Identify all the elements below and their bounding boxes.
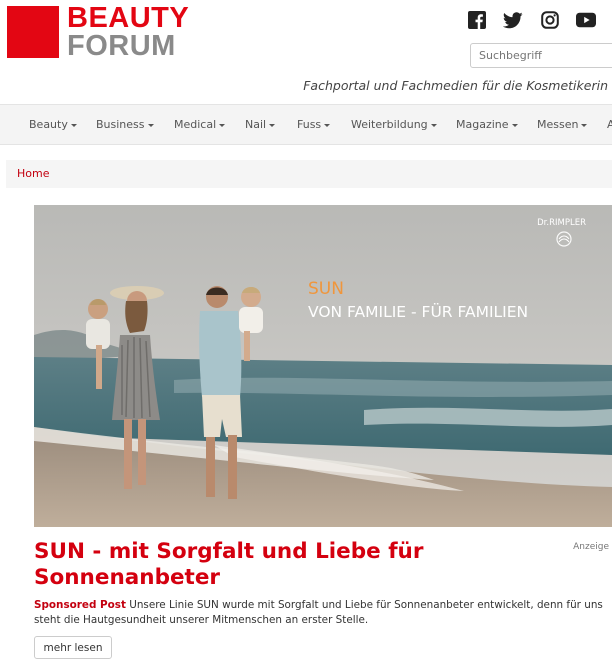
nav-label: Medical: [174, 118, 217, 131]
nav-label: Beauty: [29, 118, 68, 131]
hero-beach-image: Dr.RIMPLER SUN VON FAMILIE - FÜR FAMILIE…: [34, 205, 612, 527]
logo-wordmark-beauty[interactable]: BEAUTY: [67, 3, 189, 33]
nav-label: Weiterbildung: [351, 118, 428, 131]
nav-item-beauty[interactable]: Beauty: [29, 105, 77, 144]
nav-item-magazine[interactable]: Magazine: [456, 105, 518, 144]
read-more-button[interactable]: mehr lesen: [34, 636, 112, 659]
article-headline[interactable]: SUN - mit Sorgfalt und Liebe für Sonnena…: [34, 539, 504, 591]
hero-brand-mark: Dr.RIMPLER: [537, 218, 586, 228]
instagram-icon[interactable]: [540, 10, 560, 30]
logo-mark[interactable]: [7, 6, 59, 58]
logo-wordmark-forum[interactable]: FORUM: [67, 31, 176, 61]
caret-down-icon: [430, 123, 437, 127]
caret-down-icon: [511, 123, 518, 127]
twitter-icon[interactable]: [503, 10, 523, 30]
caret-down-icon: [269, 123, 276, 127]
nav-label: Magazine: [456, 118, 509, 131]
nav-label: Nail: [245, 118, 267, 131]
nav-item-business[interactable]: Business: [96, 105, 154, 144]
nav-item-fuss[interactable]: Fuss: [297, 105, 331, 144]
breadcrumb: Home: [6, 160, 612, 188]
nav-item-overflow[interactable]: A: [607, 105, 612, 144]
facebook-icon[interactable]: [467, 10, 487, 30]
caret-down-icon: [70, 123, 77, 127]
main-navigation: Beauty Business Medical Nail Fuss Weiter…: [0, 104, 612, 145]
hero-subtitle: VON FAMILIE - FÜR FAMILIEN: [308, 302, 528, 321]
caret-down-icon: [147, 123, 154, 127]
breadcrumb-home-link[interactable]: Home: [17, 167, 49, 180]
nav-item-messen[interactable]: Messen: [537, 105, 588, 144]
youtube-icon[interactable]: [576, 10, 596, 30]
hero-banner[interactable]: Dr.RIMPLER SUN VON FAMILIE - FÜR FAMILIE…: [34, 205, 612, 527]
caret-down-icon: [324, 123, 331, 127]
nav-item-weiterbildung[interactable]: Weiterbildung: [351, 105, 437, 144]
nav-label: Messen: [537, 118, 579, 131]
nav-item-nail[interactable]: Nail: [245, 105, 276, 144]
caret-down-icon: [219, 123, 226, 127]
ad-label: Anzeige: [573, 542, 609, 552]
nav-label: A: [607, 118, 612, 131]
site-tagline: Fachportal und Fachmedien für die Kosmet…: [303, 78, 608, 93]
caret-down-icon: [581, 123, 588, 127]
hero-title: SUN: [308, 279, 344, 299]
nav-label: Fuss: [297, 118, 322, 131]
search-input[interactable]: [470, 43, 612, 68]
nav-label: Business: [96, 118, 145, 131]
sponsored-label: Sponsored Post: [34, 599, 126, 611]
nav-item-medical[interactable]: Medical: [174, 105, 226, 144]
article-teaser: Sponsored Post Unsere Linie SUN wurde mi…: [34, 598, 604, 628]
